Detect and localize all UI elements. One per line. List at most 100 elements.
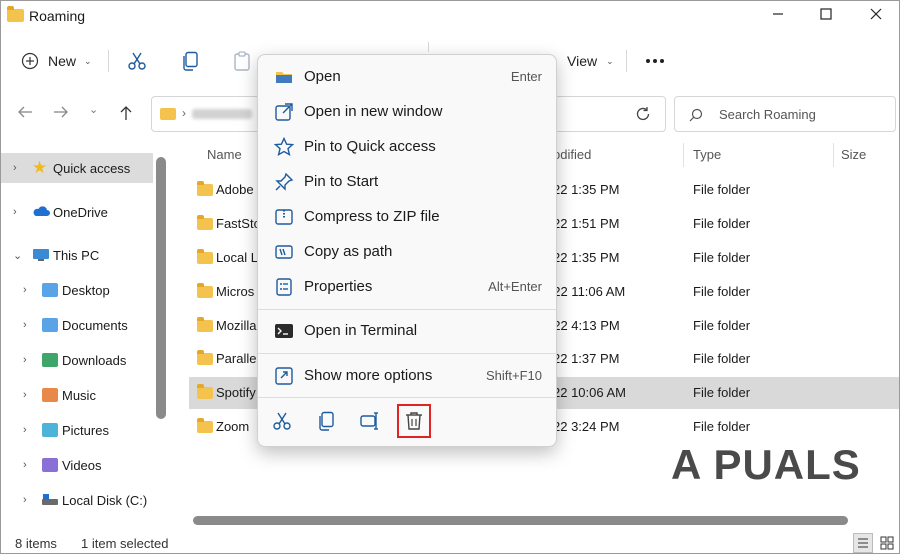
more-options-button[interactable] — [645, 46, 665, 76]
file-explorer-window: Roaming New ⌄ View ⌄ ⌄ › Search Roaming … — [0, 0, 900, 554]
new-button-label: New — [48, 53, 77, 69]
folder-icon — [197, 249, 213, 264]
column-header-modified[interactable]: odified — [553, 147, 591, 162]
menu-item-label: Open in new window — [304, 103, 443, 120]
nav-item-local-disk[interactable]: › Local Disk (C:) — [1, 485, 153, 515]
maximize-button[interactable] — [803, 1, 849, 31]
column-header-size[interactable]: Size — [841, 147, 866, 162]
menu-item-shortcut: Enter — [510, 69, 542, 84]
minimize-icon — [773, 13, 783, 15]
menu-item-label: Open in Terminal — [304, 322, 418, 339]
nav-pane-scrollbar[interactable] — [156, 157, 166, 419]
view-button[interactable]: View ⌄ — [567, 46, 614, 76]
recent-locations-chevron-icon[interactable]: ⌄ — [89, 103, 98, 116]
copy-icon — [319, 411, 334, 431]
navigation-pane: › ★ Quick access › OneDrive ⌄ This PC › … — [1, 141, 171, 531]
menu-divider — [258, 353, 556, 354]
refresh-button[interactable] — [634, 105, 652, 128]
nav-item-documents[interactable]: › Documents — [1, 310, 153, 340]
nav-item-label: Music — [62, 387, 96, 403]
context-rename-button[interactable] — [353, 404, 387, 438]
star-outline-icon — [274, 137, 294, 157]
details-view-button[interactable] — [853, 533, 873, 553]
file-name: FastSto — [216, 216, 261, 231]
menu-item-show-more-options[interactable]: Show more options Shift+F10 — [264, 359, 552, 393]
menu-item-pin-start[interactable]: Pin to Start — [264, 165, 552, 199]
file-name: Local L — [216, 250, 258, 265]
horizontal-scrollbar[interactable] — [193, 516, 848, 525]
menu-item-open-terminal[interactable]: Open in Terminal — [264, 314, 552, 348]
menu-item-label: Pin to Start — [304, 173, 379, 190]
folder-icon — [197, 384, 213, 399]
selection-count: 1 item selected — [81, 536, 169, 551]
chevron-down-icon: ⌄ — [84, 55, 92, 66]
file-type: File folder — [693, 250, 751, 265]
grid-icon — [880, 536, 894, 550]
list-icon — [858, 538, 868, 548]
menu-item-open[interactable]: Open Enter — [264, 60, 552, 94]
cut-button[interactable] — [127, 46, 147, 76]
chevron-right-icon: › — [182, 106, 186, 120]
minimize-button[interactable] — [755, 1, 801, 31]
file-modified: 22 1:35 PM — [553, 182, 620, 197]
pin-icon — [275, 172, 294, 191]
menu-divider — [258, 397, 556, 398]
nav-item-music[interactable]: › Music — [1, 380, 153, 410]
status-bar: 8 items 1 item selected — [1, 533, 899, 553]
nav-item-onedrive[interactable]: › OneDrive — [1, 197, 153, 227]
nav-item-videos[interactable]: › Videos — [1, 450, 153, 480]
nav-item-label: This PC — [53, 247, 100, 263]
music-folder-icon — [42, 388, 58, 402]
trash-icon — [406, 412, 422, 430]
column-header-name[interactable]: Name — [207, 147, 242, 162]
menu-item-label: Show more options — [304, 367, 433, 384]
terminal-icon — [275, 324, 293, 338]
context-copy-button[interactable] — [309, 404, 343, 438]
chevron-right-icon: › — [13, 162, 17, 174]
tiles-view-button[interactable] — [877, 533, 897, 553]
open-external-icon — [275, 103, 293, 121]
search-box[interactable]: Search Roaming — [674, 96, 896, 132]
folder-open-icon — [276, 72, 292, 83]
forward-button[interactable] — [53, 105, 69, 124]
new-button[interactable]: New ⌄ — [21, 46, 92, 76]
file-name: Paralle — [216, 351, 257, 366]
menu-item-copy-path[interactable]: Copy as path — [264, 235, 552, 269]
close-button[interactable] — [853, 1, 899, 31]
nav-item-pictures[interactable]: › Pictures — [1, 415, 153, 445]
file-type: File folder — [693, 351, 751, 366]
menu-item-open-new-window[interactable]: Open in new window — [264, 95, 552, 129]
zip-archive-icon — [275, 209, 293, 225]
window-title: Roaming — [29, 8, 86, 24]
arrow-up-icon — [120, 106, 132, 120]
chevron-right-icon: › — [23, 284, 27, 296]
context-delete-button[interactable] — [397, 404, 431, 438]
documents-folder-icon — [42, 318, 58, 332]
menu-item-properties[interactable]: Properties Alt+Enter — [264, 270, 552, 304]
column-divider[interactable] — [833, 143, 834, 167]
toolbar-divider — [108, 50, 109, 72]
file-modified: 022 4:13 PM — [546, 318, 620, 333]
chevron-down-icon: ⌄ — [13, 249, 23, 262]
column-divider[interactable] — [683, 143, 684, 167]
file-modified: 22 1:37 PM — [553, 351, 620, 366]
back-button[interactable] — [17, 105, 33, 124]
menu-item-label: Open — [304, 68, 341, 85]
nav-item-this-pc[interactable]: ⌄ This PC — [1, 240, 153, 270]
menu-item-compress-zip[interactable]: Compress to ZIP file — [264, 200, 552, 234]
copy-path-icon — [275, 245, 293, 259]
paste-button[interactable] — [233, 46, 251, 76]
context-cut-button[interactable] — [265, 404, 299, 438]
nav-item-downloads[interactable]: › Downloads — [1, 345, 153, 375]
folder-icon — [197, 283, 213, 298]
menu-item-shortcut: Shift+F10 — [485, 368, 542, 383]
column-header-type[interactable]: Type — [693, 147, 721, 162]
close-icon — [870, 8, 882, 20]
up-button[interactable] — [119, 105, 133, 126]
file-type: File folder — [693, 216, 751, 231]
nav-item-desktop[interactable]: › Desktop — [1, 275, 153, 305]
copy-button[interactable] — [181, 46, 199, 76]
folder-icon — [7, 6, 24, 22]
nav-item-quick-access[interactable]: › ★ Quick access — [1, 153, 153, 183]
menu-item-pin-quick-access[interactable]: Pin to Quick access — [264, 130, 552, 164]
